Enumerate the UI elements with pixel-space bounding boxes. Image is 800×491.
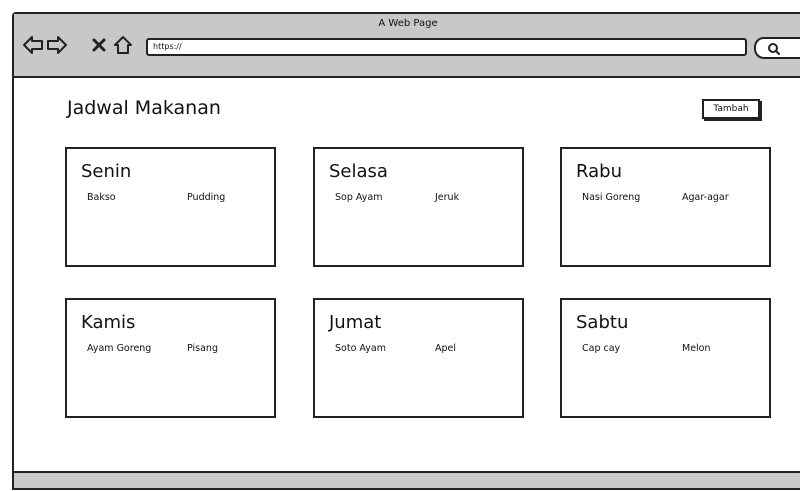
card-day-label: Kamis: [81, 312, 136, 333]
card-food-item: Sop Ayam: [335, 192, 383, 203]
browser-toolbar: A Web Page https://: [14, 14, 800, 78]
card-day-label: Selasa: [329, 161, 388, 182]
browser-status-bar: [14, 471, 800, 488]
schedule-card-jumat[interactable]: Jumat Soto Ayam Apel: [313, 298, 524, 418]
card-food-item: Agar-agar: [682, 192, 729, 203]
card-food-item: Ayam Goreng: [87, 343, 152, 354]
page-title: Jadwal Makanan: [67, 97, 221, 119]
window-title: A Web Page: [378, 18, 438, 29]
search-button[interactable]: [754, 37, 800, 59]
search-icon: [767, 41, 781, 60]
card-food-item: Melon: [682, 343, 711, 354]
card-food-item: Soto Ayam: [335, 343, 386, 354]
home-icon[interactable]: [112, 34, 134, 56]
schedule-card-kamis[interactable]: Kamis Ayam Goreng Pisang: [65, 298, 276, 418]
close-icon[interactable]: [88, 34, 110, 56]
card-food-item: Pudding: [187, 192, 226, 203]
card-food-item: Bakso: [87, 192, 116, 203]
add-button[interactable]: Tambah: [702, 99, 760, 119]
url-input[interactable]: https://: [146, 38, 747, 56]
card-day-label: Rabu: [576, 161, 622, 182]
card-day-label: Senin: [81, 161, 132, 182]
card-food-item: Cap cay: [582, 343, 621, 354]
schedule-card-selasa[interactable]: Selasa Sop Ayam Jeruk: [313, 147, 524, 267]
card-day-label: Sabtu: [576, 312, 629, 333]
schedule-card-sabtu[interactable]: Sabtu Cap cay Melon: [560, 298, 771, 418]
card-day-label: Jumat: [329, 312, 382, 333]
card-food-item: Jeruk: [435, 192, 460, 203]
schedule-card-senin[interactable]: Senin Bakso Pudding: [65, 147, 276, 267]
forward-arrow-icon[interactable]: [46, 34, 68, 56]
card-food-item: Pisang: [187, 343, 218, 354]
schedule-card-rabu[interactable]: Rabu Nasi Goreng Agar-agar: [560, 147, 771, 267]
back-arrow-icon[interactable]: [22, 34, 44, 56]
card-food-item: Apel: [435, 343, 457, 354]
card-food-item: Nasi Goreng: [582, 192, 641, 203]
